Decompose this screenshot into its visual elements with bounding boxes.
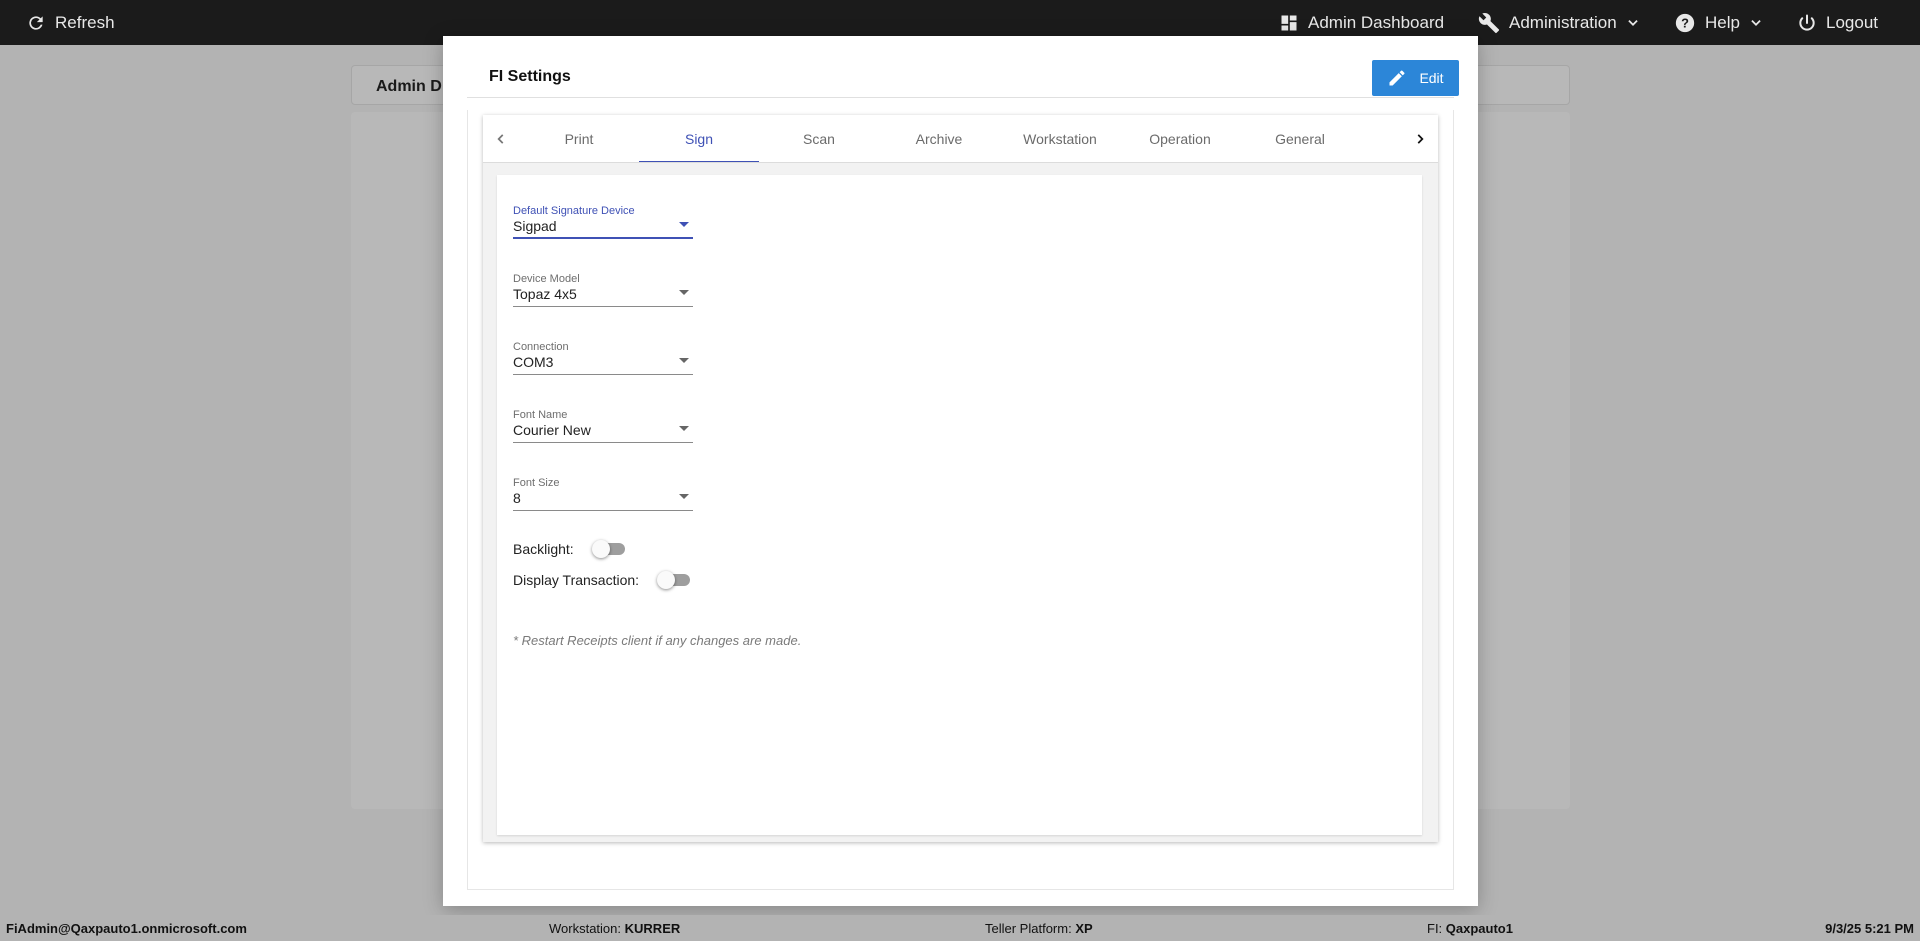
toggle-thumb: [591, 540, 610, 558]
display-transaction-row: Display Transaction:: [513, 570, 691, 590]
tab-general[interactable]: General: [1240, 115, 1360, 162]
sign-settings-panel: Default Signature Device Sigpad Device M…: [497, 175, 1422, 835]
field-label: Font Size: [513, 477, 560, 489]
logout-button[interactable]: Logout: [1797, 0, 1878, 45]
administration-label: Administration: [1509, 12, 1617, 32]
dropdown-arrow-icon: [679, 222, 689, 227]
dropdown-arrow-icon: [679, 358, 689, 363]
chevron-down-icon: [1751, 19, 1761, 26]
dropdown-arrow-icon: [679, 494, 689, 499]
dashboard-icon: [1281, 15, 1297, 30]
device-model-select[interactable]: Device Model Topaz 4x5: [513, 273, 693, 307]
toggle-thumb: [657, 571, 676, 589]
background-page-title: Admin D: [376, 78, 442, 95]
tab-workstation[interactable]: Workstation: [1000, 115, 1120, 162]
field-value: COM3: [513, 354, 554, 370]
admin-dashboard-label: Admin Dashboard: [1308, 12, 1445, 32]
backlight-toggle[interactable]: [591, 539, 626, 559]
refresh-icon: [29, 15, 43, 30]
status-fi: FI: Qaxpauto1: [1427, 921, 1513, 936]
display-transaction-label: Display Transaction:: [513, 572, 640, 588]
field-value: Courier New: [513, 422, 591, 438]
modal-title: FI Settings: [489, 68, 571, 85]
svg-text:?: ?: [1681, 15, 1689, 30]
dropdown-arrow-icon: [679, 426, 689, 431]
status-workstation-value: KURRER: [624, 921, 681, 936]
tab-operation[interactable]: Operation: [1120, 115, 1240, 162]
backlight-row: Backlight:: [513, 539, 626, 559]
chevron-right-icon: [1417, 134, 1424, 144]
refresh-label: Refresh: [55, 12, 115, 32]
power-icon: [1799, 14, 1815, 31]
logout-label: Logout: [1826, 12, 1878, 32]
font-name-select[interactable]: Font Name Courier New: [513, 409, 693, 443]
status-datetime: 9/3/25 5:21 PM: [1825, 921, 1914, 936]
field-label: Default Signature Device: [513, 205, 635, 217]
help-label: Help: [1705, 12, 1740, 32]
modal-header: FI Settings: [467, 56, 1454, 98]
status-user: FiAdmin@Qaxpauto1.onmicrosoft.com: [6, 921, 247, 936]
tab-scroll-left-button[interactable]: [483, 115, 519, 162]
restart-note: * Restart Receipts client if any changes…: [513, 633, 802, 648]
edit-label: Edit: [1419, 70, 1444, 86]
field-value: 8: [513, 490, 521, 506]
pencil-icon: [1389, 70, 1405, 86]
refresh-button[interactable]: Refresh: [26, 0, 115, 45]
chevron-left-icon: [497, 134, 504, 144]
field-value: Sigpad: [513, 218, 557, 234]
help-menu[interactable]: ? Help: [1674, 0, 1763, 45]
backlight-label: Backlight:: [513, 541, 574, 557]
status-bar: FiAdmin@Qaxpauto1.onmicrosoft.com Workst…: [0, 915, 1920, 941]
tab-archive[interactable]: Archive: [879, 115, 999, 162]
field-label: Device Model: [513, 273, 580, 285]
default-signature-device-select[interactable]: Default Signature Device Sigpad: [513, 205, 693, 239]
display-transaction-toggle[interactable]: [657, 570, 691, 590]
tab-bar: Print Sign Scan Archive Workstation Oper…: [483, 115, 1438, 163]
chevron-down-icon: [1628, 19, 1638, 26]
status-fi-label: FI:: [1427, 921, 1443, 936]
status-platform-label: Teller Platform:: [985, 921, 1072, 936]
status-platform: Teller Platform: XP: [985, 921, 1093, 936]
settings-tabs-card: Print Sign Scan Archive Workstation Oper…: [483, 115, 1438, 842]
font-size-select[interactable]: Font Size 8: [513, 477, 693, 511]
field-label: Connection: [513, 341, 569, 353]
administration-menu[interactable]: Administration: [1478, 0, 1640, 45]
status-workstation-label: Workstation:: [549, 921, 622, 936]
tab-sign[interactable]: Sign: [639, 115, 759, 162]
status-workstation: Workstation: KURRER: [549, 921, 680, 936]
status-fi-value: Qaxpauto1: [1445, 921, 1513, 936]
field-value: Topaz 4x5: [513, 286, 577, 302]
tab-print[interactable]: Print: [519, 115, 639, 162]
wrench-icon: [1478, 12, 1500, 33]
fi-settings-modal: FI Settings Edit Print Sign Scan Archive…: [443, 36, 1478, 906]
edit-button[interactable]: Edit: [1372, 60, 1459, 96]
dropdown-arrow-icon: [679, 290, 689, 295]
help-icon: ?: [1675, 13, 1695, 32]
tab-scroll-right-button[interactable]: [1402, 115, 1438, 162]
connection-select[interactable]: Connection COM3: [513, 341, 693, 375]
status-platform-value: XP: [1075, 921, 1093, 936]
field-label: Font Name: [513, 409, 568, 421]
tab-scan[interactable]: Scan: [759, 115, 879, 162]
